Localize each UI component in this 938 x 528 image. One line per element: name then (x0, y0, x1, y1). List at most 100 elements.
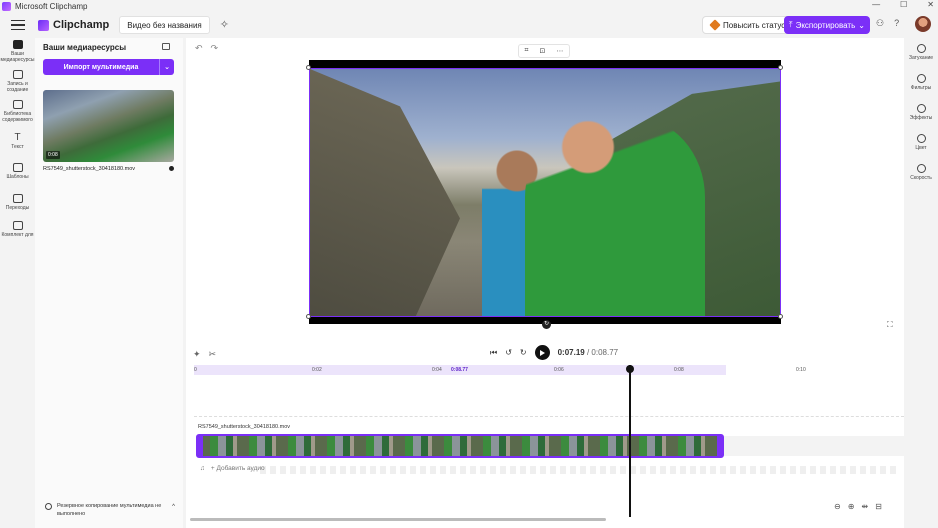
sidebar-item-library[interactable]: Библиотека содержимого (0, 100, 35, 123)
help-icon[interactable]: ? (894, 18, 899, 29)
header-icons: ⚇ ? (876, 18, 899, 29)
music-note-icon: ♫ (200, 465, 205, 472)
close-button[interactable]: ✕ (927, 0, 934, 9)
playback-controls: ⏮ ↺ ↻ 0:07.19 / 0:08.77 (490, 345, 618, 360)
scene-person-man (525, 117, 705, 316)
zoom-out-icon[interactable]: ⊖ (834, 502, 841, 511)
minimize-button[interactable]: — (872, 0, 880, 9)
timeline-scrollbar[interactable] (190, 518, 606, 521)
templates-icon (12, 163, 23, 172)
media-file-name: RS7549_shutterstock_30418180.mov (43, 166, 136, 172)
zoom-tools: ⊖ ⊕ ⇹ ⊟ (834, 502, 882, 511)
export-label: Экспортировать (795, 20, 856, 30)
window-title: Microsoft Clipchamp (15, 1, 88, 11)
chevron-down-icon[interactable]: ⌄ (159, 59, 174, 75)
sidebar-item-transitions[interactable]: Переходы (0, 194, 35, 211)
sidebar-item-effects[interactable]: Эффекты (904, 104, 938, 121)
export-button[interactable]: ⤒ Экспортировать ⌄ (784, 16, 870, 34)
track-clip-label: RS7549_shutterstock_30418180.mov (198, 424, 291, 430)
ruler-tick: 0:10 (796, 367, 806, 373)
sidebar-item-color[interactable]: Цвет (904, 134, 938, 151)
rewind-icon[interactable]: ↺ (505, 348, 512, 357)
playhead-knob[interactable] (626, 365, 634, 373)
avatar[interactable] (915, 16, 931, 32)
folder-icon (12, 40, 23, 49)
window-controls: — ☐ ✕ (872, 0, 934, 9)
clip-trim-left-handle[interactable] (198, 436, 203, 456)
media-thumbnail[interactable]: 0:08 (43, 90, 174, 162)
ruler-tick: 0:06 (554, 367, 564, 373)
import-media-button[interactable]: Импорт мультимедиа ⌄ (43, 59, 174, 75)
effects-wand-icon (916, 104, 926, 113)
forward-icon[interactable]: ↻ (520, 348, 527, 357)
scene-mountain-left (310, 69, 460, 316)
upgrade-label: Повысить статус (723, 20, 786, 30)
redo-icon[interactable]: ↷ (211, 43, 219, 54)
clipchamp-logo-icon (38, 19, 49, 31)
rotate-handle-icon[interactable]: ↻ (542, 320, 551, 329)
track-empty-area (724, 436, 904, 456)
video-clip[interactable] (196, 434, 724, 458)
collapse-panel-icon[interactable] (162, 43, 170, 50)
sidebar-item-text[interactable]: T Текст (0, 132, 35, 151)
sidebar-item-templates[interactable]: Шаблоны (0, 163, 35, 180)
left-sidebar: Ваши медиаресурсы Запись и создание Библ… (0, 38, 35, 528)
skip-to-start-icon[interactable]: ⏮ (490, 348, 497, 358)
chevron-up-icon: ^ (172, 504, 175, 510)
resize-handle-bl[interactable] (306, 314, 311, 319)
zoom-in-icon[interactable]: ⊕ (848, 502, 855, 511)
fullscreen-icon[interactable]: ⛶ (887, 320, 893, 330)
share-icon[interactable]: ⚇ (876, 18, 884, 29)
hamburger-menu-icon[interactable] (11, 20, 25, 30)
filters-icon (916, 74, 926, 83)
upgrade-button[interactable]: Повысить статус (702, 16, 795, 34)
window-titlebar: Microsoft Clipchamp — ☐ ✕ (0, 0, 938, 12)
text-icon: T (14, 132, 21, 143)
sidebar-item-filters[interactable]: Фильтры (904, 74, 938, 91)
sidebar-item-label: Затухание (908, 55, 934, 61)
clip-trim-right-handle[interactable] (717, 436, 722, 456)
timeline-view-icon[interactable]: ⊟ (875, 502, 882, 511)
sidebar-item-speed[interactable]: Скорость (904, 164, 938, 181)
undo-icon[interactable]: ↶ (195, 43, 203, 54)
fit-icon[interactable]: ⊡ (540, 47, 546, 55)
media-panel: Ваши медиаресурсы Импорт мультимедиа ⌄ 0… (35, 38, 183, 528)
fade-icon (916, 44, 926, 53)
ruler-tick: 0:04 (432, 367, 442, 373)
sidebar-item-media[interactable]: Ваши медиаресурсы (0, 40, 35, 63)
panel-title: Ваши медиаресурсы (43, 43, 127, 52)
sidebar-item-label: Ваши медиаресурсы (0, 51, 35, 63)
time-readout: 0:07.19 / 0:08.77 (558, 348, 619, 357)
sidebar-item-record[interactable]: Запись и создание (0, 70, 35, 93)
backup-status[interactable]: Резервное копирование мультимедиа не вып… (43, 502, 175, 518)
sidebar-item-label: Цвет (915, 145, 927, 151)
sidebar-item-label: Эффекты (909, 115, 933, 121)
transitions-icon (12, 194, 23, 203)
ruler-tick: 0 (194, 367, 197, 373)
fit-timeline-icon[interactable]: ⇹ (861, 502, 868, 511)
undo-redo: ↶ ↷ (195, 43, 218, 54)
app-name: Clipchamp (53, 19, 110, 31)
sidebar-item-label: Библиотека содержимого (2, 111, 33, 123)
resize-handle-tr[interactable] (778, 65, 783, 70)
resize-handle-tl[interactable] (306, 65, 311, 70)
sidebar-item-fade[interactable]: Затухание (904, 44, 938, 61)
add-audio-row[interactable]: ♫ + Добавить аудио (200, 465, 265, 472)
project-name-field[interactable]: Видео без названия (119, 16, 210, 34)
split-scissors-icon[interactable]: ✂ (209, 349, 217, 360)
color-icon (916, 134, 926, 143)
timeline-ruler[interactable]: 0 0:02 0:04 0:08.77 0:06 0:08 0:10 (194, 365, 904, 375)
magic-tool-icon[interactable]: ✦ (193, 349, 201, 360)
crop-icon[interactable]: ⌗ (525, 47, 529, 55)
play-button[interactable] (534, 345, 550, 360)
clipchamp-app-icon (2, 1, 11, 11)
more-icon[interactable]: ⋯ (556, 47, 563, 55)
sidebar-item-brand-kit[interactable]: Комплект для (0, 221, 35, 238)
maximize-button[interactable]: ☐ (900, 0, 907, 9)
magic-wand-icon[interactable]: ✧ (220, 19, 232, 31)
sidebar-item-label: Переходы (5, 205, 30, 211)
playhead-line[interactable] (629, 365, 631, 517)
video-preview[interactable] (309, 68, 781, 317)
ruler-end-marker: 0:08.77 (451, 367, 468, 373)
resize-handle-br[interactable] (778, 314, 783, 319)
